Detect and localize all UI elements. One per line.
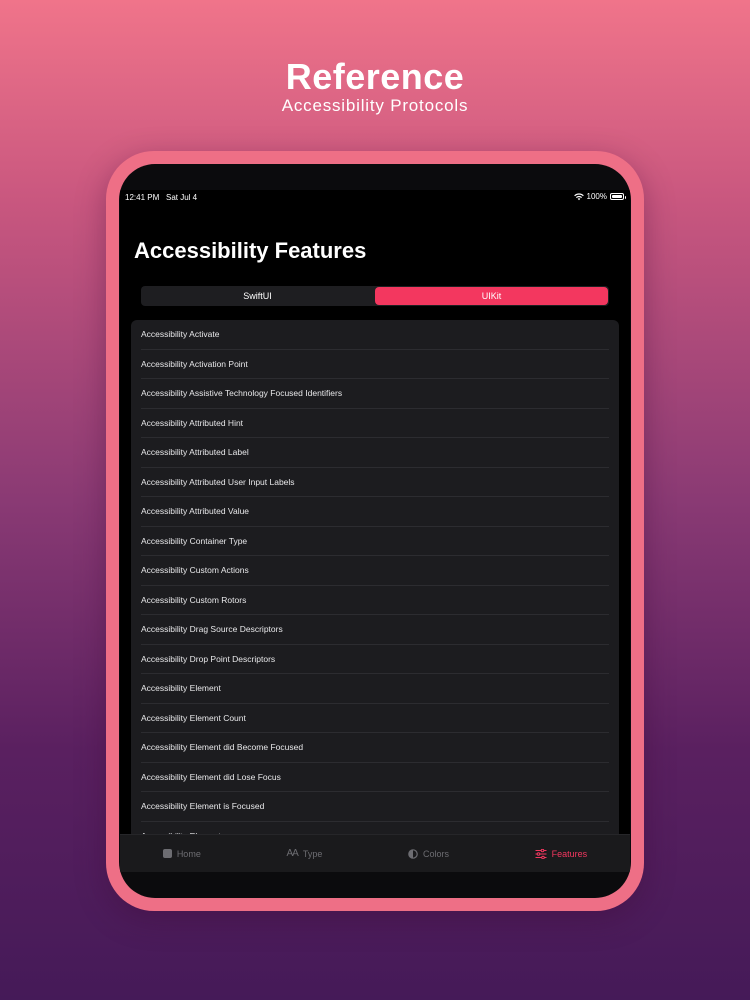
list-item[interactable]: Accessibility Assistive Technology Focus…	[131, 379, 619, 409]
list-item[interactable]: Accessibility Element did Become Focused	[131, 733, 619, 763]
list-item[interactable]: Accessibility Drag Source Descriptors	[131, 615, 619, 645]
app-screen: 12:41 PM Sat Jul 4 100% Accessibility Fe…	[120, 190, 630, 872]
list-item[interactable]: Accessibility Element is Focused	[131, 792, 619, 822]
list-item[interactable]: Accessibility Custom Rotors	[131, 586, 619, 616]
list-item[interactable]: Accessibility Activate	[131, 320, 619, 350]
list-item[interactable]: Accessibility Drop Point Descriptors	[131, 645, 619, 675]
tab-features[interactable]: Features	[535, 848, 588, 859]
battery-icon	[610, 193, 626, 200]
list-item[interactable]: Accessibility Container Type	[131, 527, 619, 557]
device-frame: 12:41 PM Sat Jul 4 100% Accessibility Fe…	[106, 151, 644, 911]
hero-subtitle: Accessibility Protocols	[281, 96, 469, 115]
home-icon	[162, 849, 172, 858]
segment-uikit[interactable]: UIKit	[375, 287, 608, 305]
list-item[interactable]: Accessibility Attributed Hint	[131, 409, 619, 439]
wifi-icon	[573, 192, 584, 201]
device-bezel: 12:41 PM Sat Jul 4 100% Accessibility Fe…	[119, 164, 631, 898]
type-icon: AA	[286, 848, 298, 859]
features-list: Accessibility Activate Accessibility Acti…	[131, 320, 619, 872]
tab-home-label: Home	[176, 848, 201, 859]
tab-type-label: Type	[302, 848, 323, 859]
status-date: Sat Jul 4	[166, 193, 198, 202]
list-item[interactable]: Accessibility Attributed Value	[131, 497, 619, 527]
list-item[interactable]: Accessibility Element	[131, 674, 619, 704]
framework-segmented-control: SwiftUI UIKit	[141, 286, 609, 306]
battery-percentage: 100%	[586, 192, 607, 201]
list-item[interactable]: Accessibility Element did Lose Focus	[131, 763, 619, 793]
list-item[interactable]: Accessibility Attributed User Input Labe…	[131, 468, 619, 498]
colors-icon	[408, 848, 418, 859]
page-title: Accessibility Features	[134, 238, 367, 263]
list-item[interactable]: Accessibility Element Count	[131, 704, 619, 734]
tab-features-label: Features	[551, 848, 588, 859]
tab-home[interactable]: Home	[162, 848, 201, 859]
list-item[interactable]: Accessibility Attributed Label	[131, 438, 619, 468]
tab-colors[interactable]: Colors	[408, 849, 449, 859]
list-item[interactable]: Accessibility Activation Point	[131, 350, 619, 380]
status-bar: 12:41 PM Sat Jul 4 100%	[120, 190, 630, 204]
tab-bar: Home AA Type Colors Features	[120, 834, 630, 872]
status-indicators: 100%	[573, 192, 626, 201]
status-time: 12:41 PM	[125, 193, 160, 202]
tab-colors-label: Colors	[422, 848, 449, 859]
tab-type[interactable]: AA Type	[286, 848, 322, 859]
segment-swiftui[interactable]: SwiftUI	[141, 286, 374, 306]
list-item[interactable]: Accessibility Custom Actions	[131, 556, 619, 586]
hero-title: Reference	[285, 56, 465, 97]
features-icon	[535, 848, 547, 859]
